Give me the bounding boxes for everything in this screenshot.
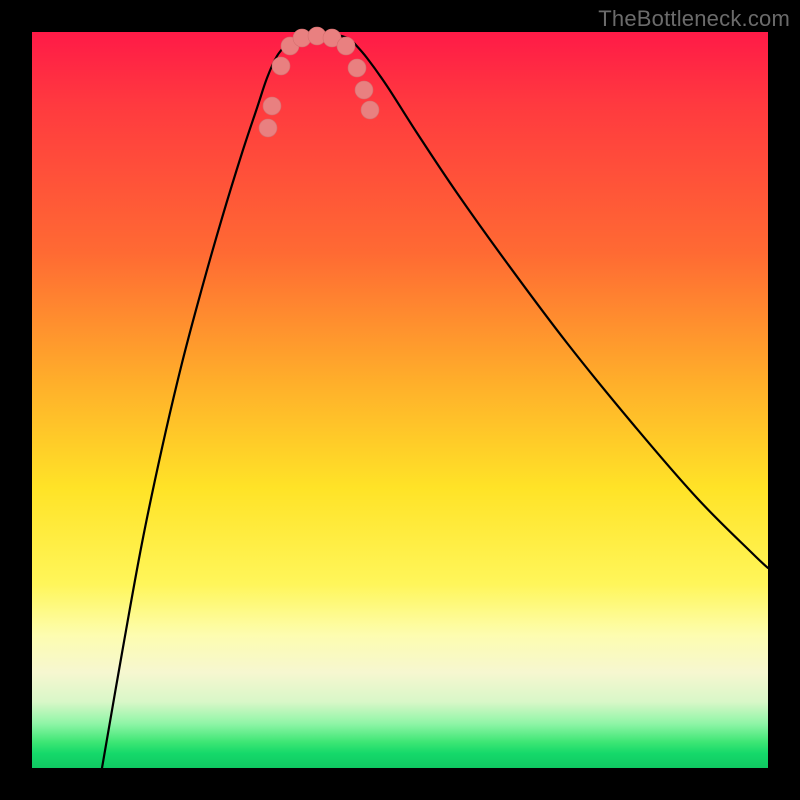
marker-dot (348, 59, 366, 77)
marker-dot (355, 81, 373, 99)
marker-dot (272, 57, 290, 75)
curve-overlay (32, 32, 768, 768)
watermark-text: TheBottleneck.com (598, 6, 790, 32)
marker-dot (259, 119, 277, 137)
marker-group (259, 27, 379, 137)
curve-right-branch (354, 43, 768, 568)
curve-left-branch (102, 44, 287, 768)
marker-dot (361, 101, 379, 119)
marker-dot (337, 37, 355, 55)
marker-dot (263, 97, 281, 115)
outer-frame: TheBottleneck.com (0, 0, 800, 800)
